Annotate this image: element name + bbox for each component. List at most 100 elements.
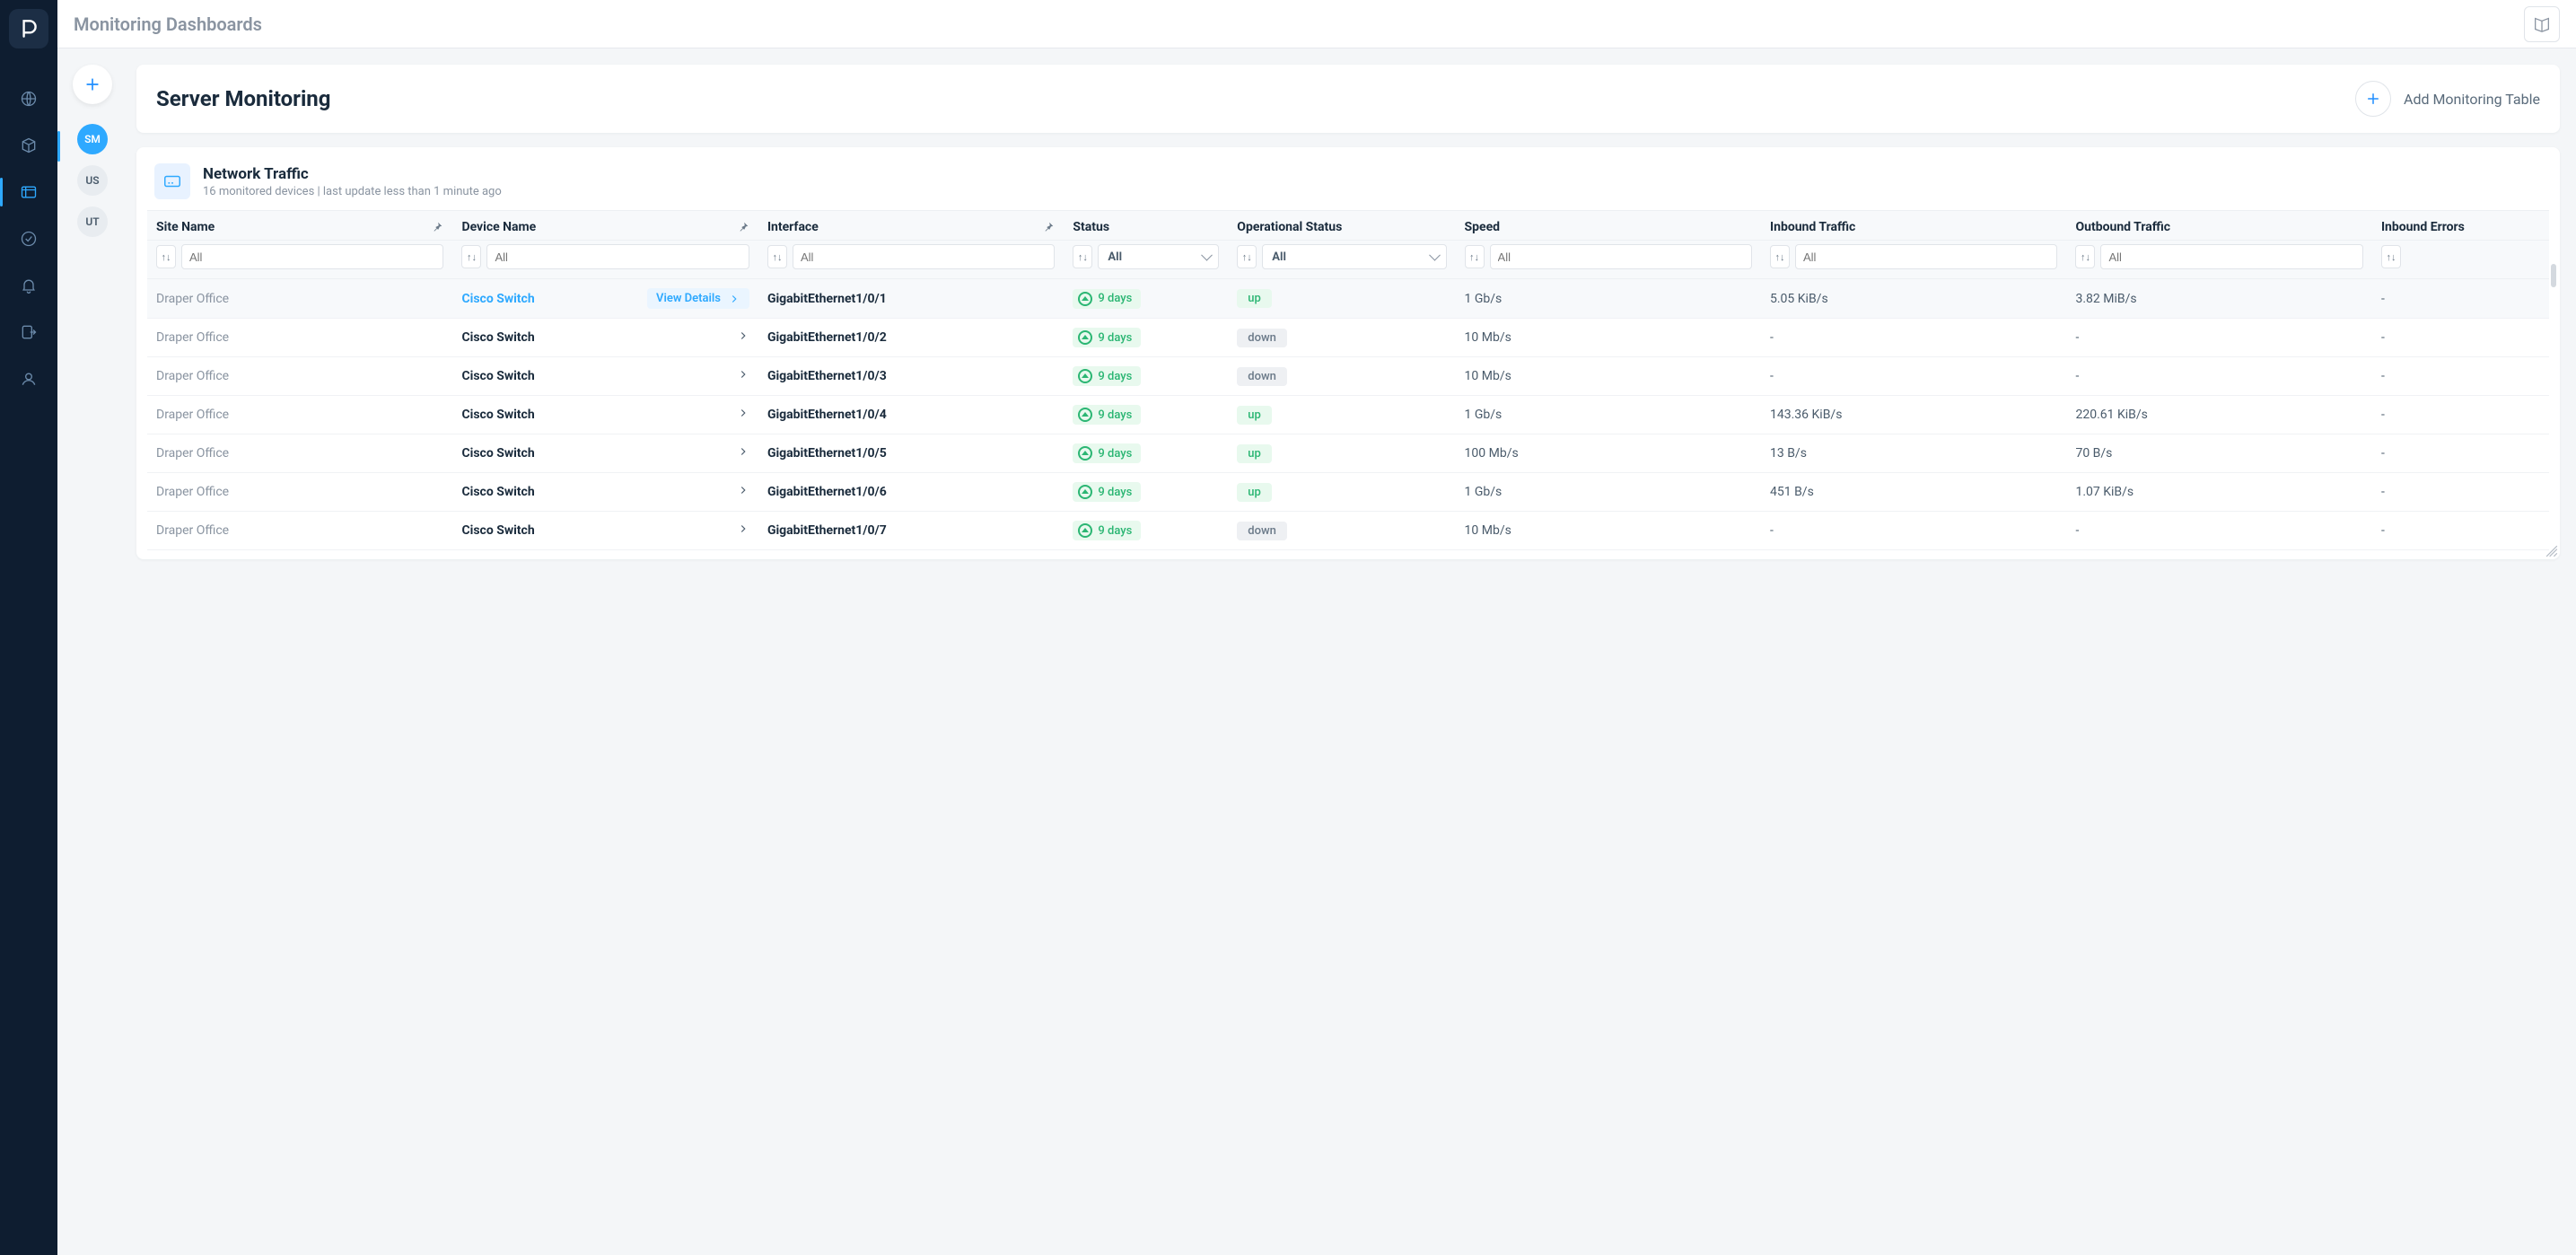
filter-site-input[interactable] [181,244,443,269]
chevron-right-icon[interactable] [737,484,749,500]
dashboard-tab-us[interactable]: US [77,165,108,196]
col-in-errors[interactable]: Inbound Errors [2381,220,2465,234]
sort-button[interactable]: ↑↓ [767,245,787,268]
col-site-name[interactable]: Site Name [156,220,215,234]
table-row[interactable]: Draper OfficeCisco SwitchGigabitEthernet… [147,512,2549,550]
nav-check[interactable] [0,215,57,262]
plus-circle-icon [2355,81,2391,117]
sort-button[interactable]: ↑↓ [2381,245,2401,268]
add-dashboard-button[interactable] [73,65,112,104]
filter-outbound-input[interactable] [2100,244,2362,269]
col-inbound[interactable]: Inbound Traffic [1770,220,1855,234]
cell-site: Draper Office [147,319,452,357]
filter-interface-input[interactable] [793,244,1055,269]
cell-status: 9 days [1064,396,1228,434]
add-monitoring-label: Add Monitoring Table [2404,91,2540,108]
network-icon [154,163,190,199]
cell-inbound: - [1761,357,2066,396]
cell-device: Cisco Switch [452,473,758,512]
pin-icon[interactable] [737,221,749,233]
device-name-link[interactable]: Cisco Switch [461,369,534,383]
cell-device: Cisco Switch [452,512,758,550]
filter-device-input[interactable] [486,244,749,269]
pin-icon[interactable] [431,221,443,233]
cell-device: Cisco Switch [452,396,758,434]
nav-package[interactable] [0,122,57,169]
up-arrow-icon [1078,369,1092,383]
cell-site: Draper Office [147,434,452,473]
chevron-right-icon[interactable] [737,368,749,384]
sort-button[interactable]: ↑↓ [2075,245,2095,268]
docs-button[interactable] [2524,6,2560,42]
device-name-link[interactable]: Cisco Switch [461,292,534,306]
filter-speed-input[interactable] [1490,244,1752,269]
up-arrow-icon [1078,523,1092,538]
cell-outbound: 3.82 MiB/s [2066,279,2371,319]
table-row[interactable]: Draper OfficeCisco SwitchGigabitEthernet… [147,319,2549,357]
table-row[interactable]: Draper OfficeCisco SwitchGigabitEthernet… [147,357,2549,396]
sort-button[interactable]: ↑↓ [156,245,176,268]
status-badge: 9 days [1073,289,1141,309]
cell-inbound: 451 B/s [1761,473,2066,512]
up-arrow-icon [1078,485,1092,499]
cell-interface: GigabitEthernet1/0/4 [758,396,1064,434]
col-status[interactable]: Status [1073,220,1109,234]
view-details-button[interactable]: View Details [647,288,749,309]
op-status-badge: up [1237,289,1272,308]
table-row[interactable]: Draper OfficeCisco SwitchGigabitEthernet… [147,396,2549,434]
sort-button[interactable]: ↑↓ [461,245,481,268]
nav-dashboards[interactable] [0,169,57,215]
table-row[interactable]: Draper OfficeCisco SwitchGigabitEthernet… [147,434,2549,473]
device-name-link[interactable]: Cisco Switch [461,408,534,422]
chevron-right-icon[interactable] [737,522,749,539]
chevron-right-icon[interactable] [737,329,749,346]
col-outbound[interactable]: Outbound Traffic [2075,220,2170,234]
package-icon [20,136,38,154]
pin-icon[interactable] [1042,221,1055,233]
globe-icon [20,90,38,108]
filter-status-select[interactable]: All [1098,244,1219,269]
nav-rail [0,0,57,1255]
user-icon [20,370,38,388]
cell-device: Cisco Switch View Details [452,279,758,319]
vertical-scrollbar[interactable] [2551,264,2556,287]
col-speed[interactable]: Speed [1465,220,1501,234]
bell-icon [20,276,38,294]
chevron-right-icon[interactable] [737,407,749,423]
chevron-right-icon[interactable] [737,445,749,461]
cell-outbound: - [2066,512,2371,550]
dashboard-tab-ut[interactable]: UT [77,206,108,237]
sort-button[interactable]: ↑↓ [1237,245,1257,268]
dashboard-tab-sm[interactable]: SM [77,124,108,154]
app-logo[interactable] [9,9,48,48]
col-op-status[interactable]: Operational Status [1237,220,1342,234]
sort-button[interactable]: ↑↓ [1465,245,1485,268]
cell-outbound: 70 B/s [2066,434,2371,473]
device-name-link[interactable]: Cisco Switch [461,330,534,345]
cell-interface: GigabitEthernet1/0/7 [758,512,1064,550]
table-row[interactable]: Draper OfficeCisco SwitchView DetailsGig… [147,279,2549,319]
cell-interface: GigabitEthernet1/0/1 [758,279,1064,319]
device-name-link[interactable]: Cisco Switch [461,446,534,461]
device-name-link[interactable]: Cisco Switch [461,485,534,499]
active-tab-indicator [57,131,60,162]
cell-speed: 1 Gb/s [1456,279,1761,319]
cell-outbound: - [2066,357,2371,396]
nav-logout[interactable] [0,309,57,355]
nav-profile[interactable] [0,355,57,402]
status-badge: 9 days [1073,405,1141,425]
sort-button[interactable]: ↑↓ [1073,245,1092,268]
add-monitoring-table-button[interactable]: Add Monitoring Table [2355,81,2540,117]
filter-op-select[interactable]: All [1262,244,1446,269]
nav-globe[interactable] [0,75,57,122]
nav-alerts[interactable] [0,262,57,309]
sort-button[interactable]: ↑↓ [1770,245,1790,268]
device-name-link[interactable]: Cisco Switch [461,523,534,538]
resize-handle[interactable] [2545,545,2558,557]
col-interface[interactable]: Interface [767,220,819,234]
cell-speed: 1 Gb/s [1456,396,1761,434]
table-scroll[interactable]: Site Name Device Name Interface Status O… [147,210,2549,550]
filter-inbound-input[interactable] [1795,244,2057,269]
table-row[interactable]: Draper OfficeCisco SwitchGigabitEthernet… [147,473,2549,512]
col-device-name[interactable]: Device Name [461,220,536,234]
